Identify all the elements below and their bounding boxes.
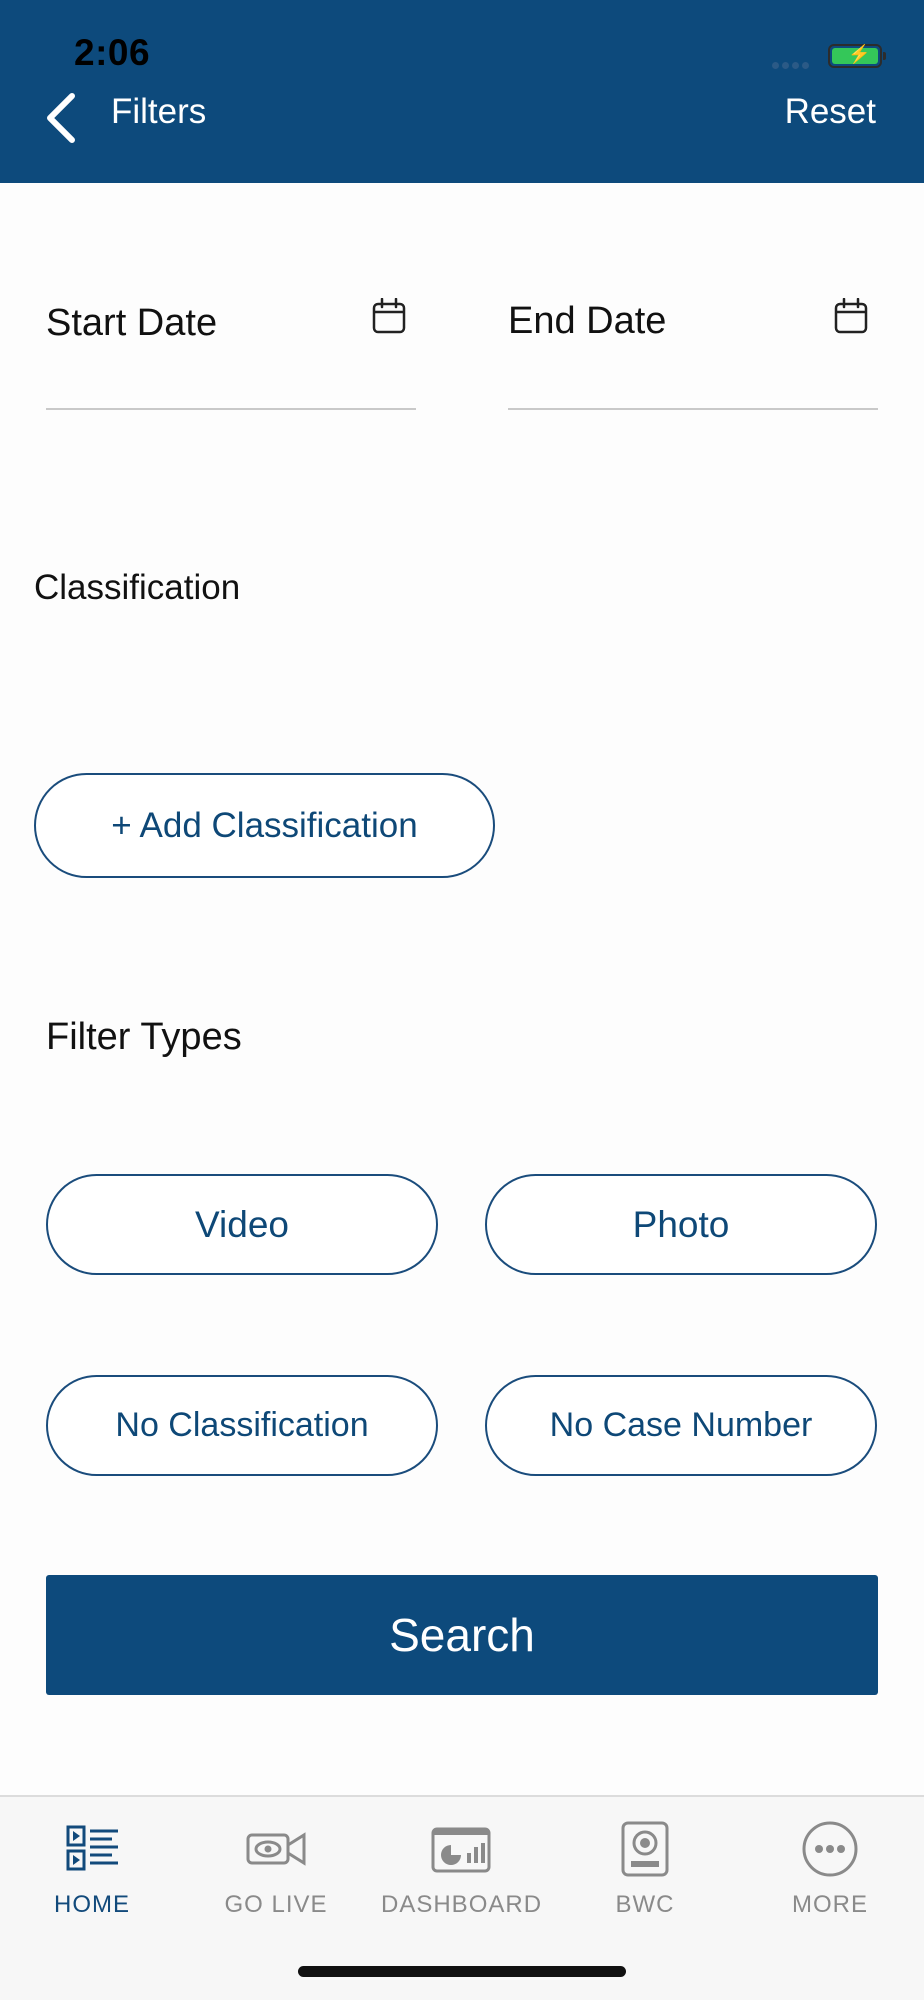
search-button[interactable]: Search — [46, 1575, 878, 1695]
tab-more[interactable]: MORE — [750, 1817, 910, 1937]
body-camera-icon — [621, 1821, 669, 1877]
tab-bwc[interactable]: BWC — [565, 1817, 725, 1937]
tab-home[interactable]: HOME — [12, 1817, 172, 1937]
chevron-left-icon — [47, 93, 75, 143]
reset-button[interactable]: Reset — [785, 92, 876, 132]
classification-heading: Classification — [34, 568, 241, 607]
filter-no-case-number-button[interactable]: No Case Number — [485, 1375, 877, 1476]
filter-photo-button[interactable]: Photo — [485, 1174, 877, 1275]
back-button[interactable] — [36, 88, 86, 148]
header-bar: 2:06 ⚡ Filters Reset — [0, 0, 924, 183]
tab-dashboard-label: DASHBOARD — [381, 1891, 543, 1918]
filter-no-classification-button[interactable]: No Classification — [46, 1375, 438, 1476]
end-date-label: End Date — [508, 300, 667, 342]
home-indicator — [298, 1966, 626, 1977]
dashboard-icon — [431, 1827, 491, 1873]
page-title: Filters — [111, 92, 207, 131]
calendar-icon[interactable] — [372, 298, 406, 334]
tab-more-label: MORE — [792, 1891, 868, 1918]
status-time: 2:06 — [74, 32, 151, 73]
tab-home-label: HOME — [54, 1891, 130, 1918]
tab-go-live[interactable]: GO LIVE — [196, 1817, 356, 1937]
tab-go-live-label: GO LIVE — [224, 1891, 328, 1918]
signal-icon — [772, 62, 812, 70]
start-date-label: Start Date — [46, 302, 218, 344]
end-date-field[interactable]: End Date — [508, 280, 878, 410]
add-classification-button[interactable]: + Add Classification — [34, 773, 495, 878]
tab-bwc-label: BWC — [615, 1891, 675, 1918]
battery-icon: ⚡ — [828, 44, 886, 68]
filter-video-button[interactable]: Video — [46, 1174, 438, 1275]
camera-icon — [246, 1832, 306, 1866]
start-date-field[interactable]: Start Date — [46, 280, 416, 410]
home-list-icon — [66, 1825, 118, 1871]
tab-dashboard[interactable]: DASHBOARD — [381, 1817, 541, 1937]
more-icon — [802, 1821, 858, 1877]
calendar-icon[interactable] — [834, 298, 868, 334]
filter-types-heading: Filter Types — [46, 1016, 242, 1058]
